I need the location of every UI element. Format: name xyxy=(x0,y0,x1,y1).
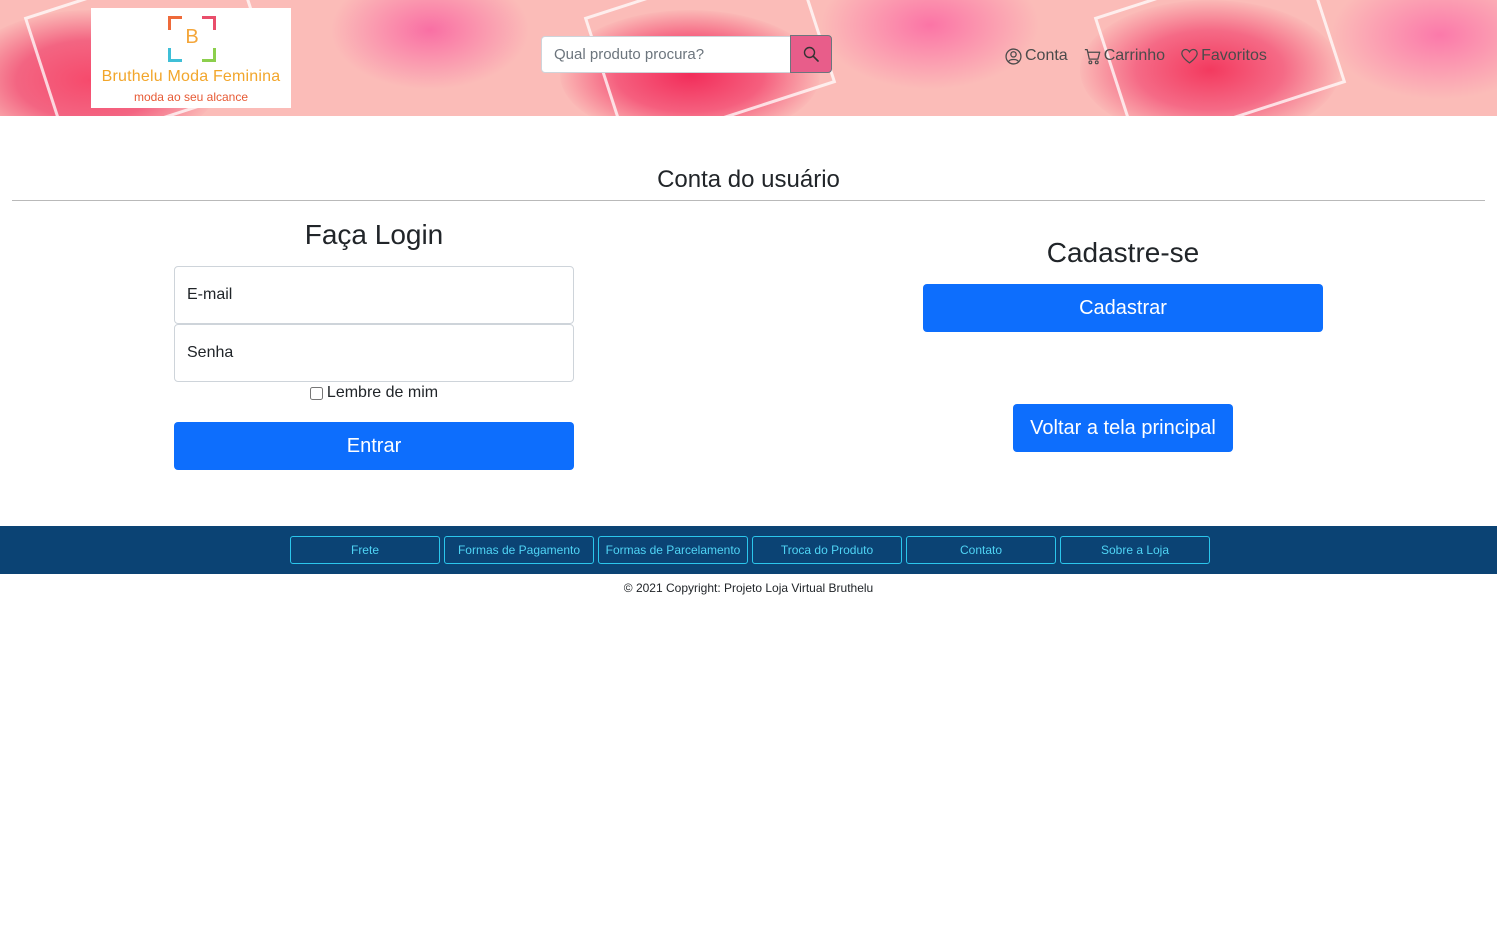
logo-letter: B xyxy=(185,26,199,48)
footer-link-payment[interactable]: Formas de Pagamento xyxy=(444,536,594,564)
register-button[interactable]: Cadastrar xyxy=(923,284,1323,332)
search-button[interactable] xyxy=(790,35,832,73)
header-banner: B Bruthelu Moda Feminina moda ao seu alc… xyxy=(0,0,1497,116)
nav-cart-label: Carrinho xyxy=(1103,47,1166,64)
nav-account-label: Conta xyxy=(1025,47,1068,64)
register-title: Cadastre-se xyxy=(1046,237,1200,268)
title-divider xyxy=(12,200,1485,201)
footer-link-installments[interactable]: Formas de Parcelamento xyxy=(598,536,748,564)
banner-splash xyxy=(330,0,530,90)
nav-favorites-label: Favoritos xyxy=(1201,47,1267,64)
store-logo[interactable]: B Bruthelu Moda Feminina moda ao seu alc… xyxy=(91,8,291,108)
footer-link-frete[interactable]: Frete xyxy=(290,536,440,564)
search-input[interactable] xyxy=(541,36,791,73)
copyright-text: © 2021 Copyright: Projeto Loja Virtual B… xyxy=(623,581,874,595)
footer-link-exchange[interactable]: Troca do Produto xyxy=(752,536,902,564)
banner-splash xyxy=(1330,0,1497,100)
password-field[interactable] xyxy=(174,324,574,382)
remember-me-label: Lembre de mim xyxy=(326,384,439,401)
remember-me[interactable]: Lembre de mim xyxy=(174,384,574,402)
header-nav: Conta Carrinho Favoritos xyxy=(1005,47,1267,65)
search-icon xyxy=(803,46,819,62)
back-home-button[interactable]: Voltar a tela principal xyxy=(1013,404,1233,452)
login-title: Faça Login xyxy=(304,219,444,250)
logo-name: Bruthelu Moda Feminina xyxy=(101,68,281,85)
remember-me-checkbox[interactable] xyxy=(309,386,323,400)
footer-link-about[interactable]: Sobre a Loja xyxy=(1060,536,1210,564)
login-button[interactable]: Entrar xyxy=(174,422,574,470)
email-field[interactable] xyxy=(174,266,574,324)
nav-favorites[interactable]: Favoritos xyxy=(1181,47,1267,65)
banner-splash xyxy=(820,0,1040,90)
page-title: Conta do usuário xyxy=(657,166,840,193)
nav-cart[interactable]: Carrinho xyxy=(1084,47,1165,65)
user-circle-icon xyxy=(1005,47,1022,65)
nav-account[interactable]: Conta xyxy=(1005,47,1068,65)
heart-icon xyxy=(1181,48,1198,64)
logo-mark: B xyxy=(168,16,216,62)
footer-link-contact[interactable]: Contato xyxy=(906,536,1056,564)
logo-tagline: moda ao seu alcance xyxy=(133,90,249,104)
footer-bar: Frete Formas de Pagamento Formas de Parc… xyxy=(0,526,1497,574)
cart-icon xyxy=(1084,48,1101,64)
